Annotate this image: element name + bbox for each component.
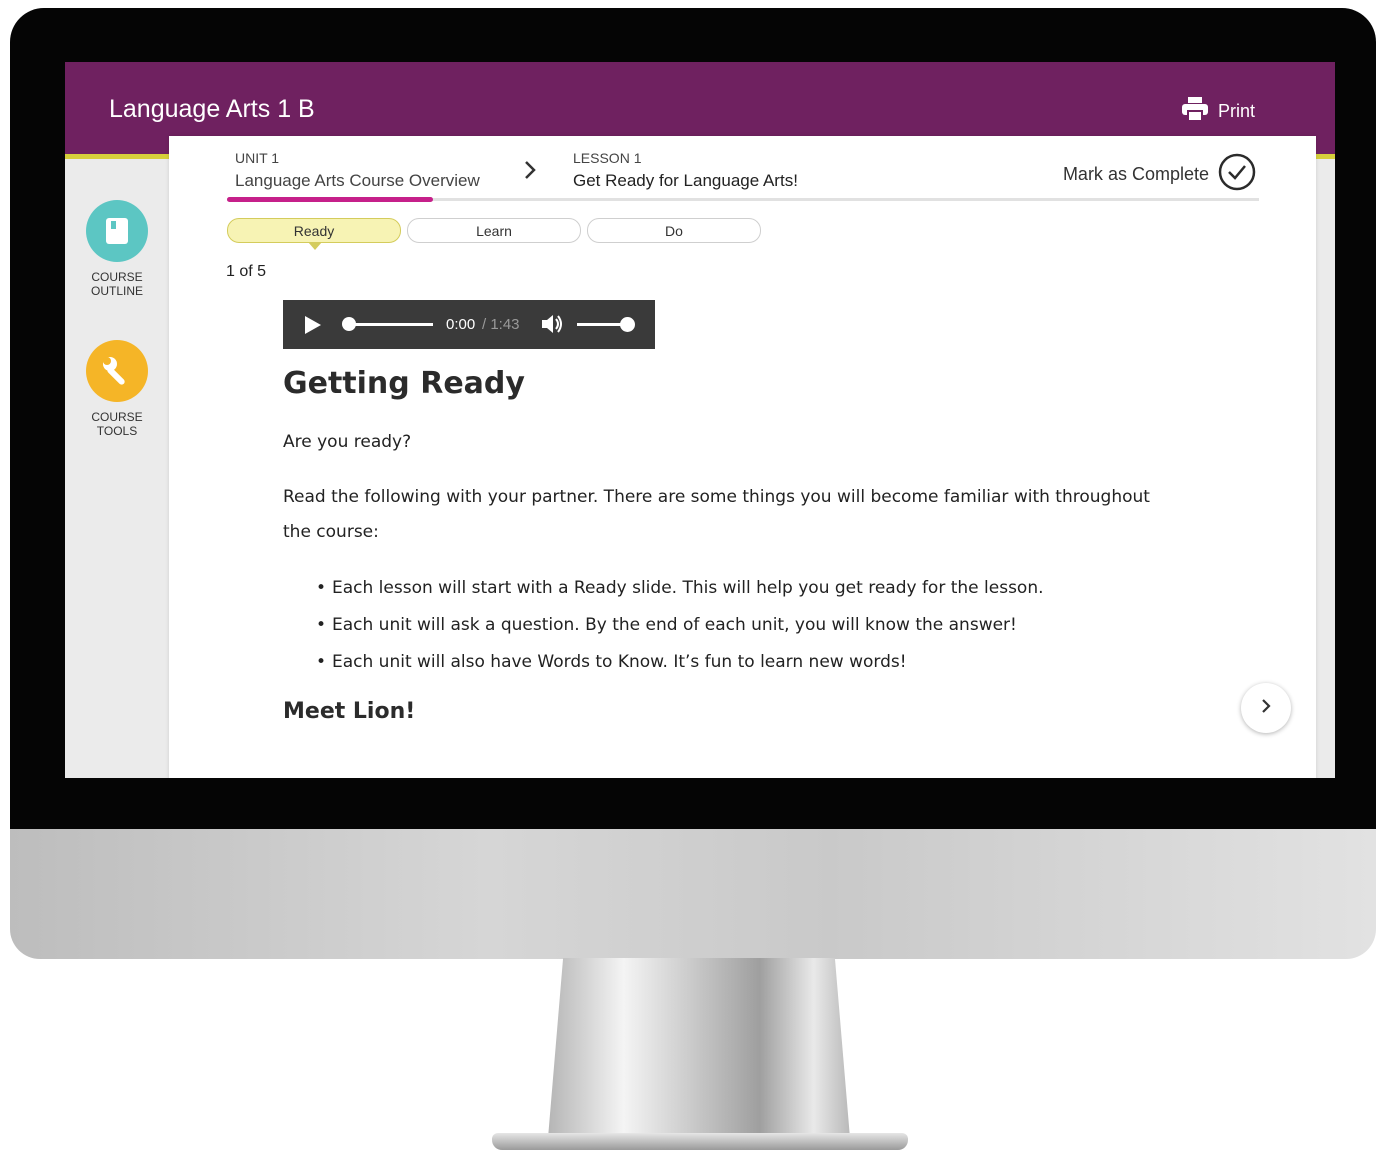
next-slide-button[interactable] (1241, 683, 1291, 733)
mark-complete-button[interactable]: Mark as Complete (1063, 153, 1256, 196)
side-navigation: COURSE OUTLINE COURSE TOOLS (65, 159, 169, 778)
unit-label: UNIT 1 (235, 150, 280, 166)
monitor-stand-base (492, 1133, 908, 1150)
volume-bar[interactable] (577, 323, 625, 326)
tab-do[interactable]: Do (587, 218, 761, 243)
lesson-label: LESSON 1 (573, 150, 642, 166)
tab-ready[interactable]: Ready (227, 218, 401, 250)
chevron-right-icon (523, 160, 537, 185)
course-title: Language Arts 1 B (109, 95, 315, 123)
lesson-progress-bar (227, 197, 434, 202)
volume-handle[interactable] (620, 317, 635, 332)
print-button[interactable]: Print (1181, 97, 1255, 126)
content-heading: Getting Ready (283, 366, 525, 401)
play-icon[interactable] (305, 316, 321, 334)
monitor-stand (548, 958, 850, 1138)
printer-icon (1181, 97, 1208, 126)
content-question: Are you ready? (283, 432, 412, 452)
breadcrumb-lesson[interactable]: LESSON 1 Get Ready for Language Arts! (573, 150, 798, 191)
content-subheading: Meet Lion! (283, 699, 416, 724)
lesson-tabs: Ready Learn Do (227, 218, 761, 250)
tools-label-1: COURSE (91, 410, 143, 424)
seek-bar[interactable] (345, 323, 433, 326)
mark-complete-label: Mark as Complete (1062, 164, 1209, 184)
wrench-icon (86, 340, 148, 402)
outline-label-1: COURSE (91, 270, 143, 284)
list-item: Each lesson will start with a Ready slid… (316, 570, 1153, 607)
lesson-card: UNIT 1 Language Arts Course Overview LES… (169, 136, 1316, 778)
breadcrumb-unit[interactable]: UNIT 1 Language Arts Course Overview (235, 150, 480, 191)
course-outline-button[interactable]: COURSE OUTLINE (65, 200, 169, 298)
book-icon (86, 200, 148, 262)
tools-label-2: TOOLS (96, 424, 138, 438)
course-tools-button[interactable]: COURSE TOOLS (65, 340, 169, 438)
monitor-chin (10, 829, 1376, 959)
volume-icon[interactable] (541, 313, 565, 340)
chevron-right-icon (1260, 698, 1272, 719)
current-time: 0:00 (446, 316, 476, 333)
slide-counter: 1 of 5 (226, 263, 267, 280)
unit-title: Language Arts Course Overview (235, 171, 480, 190)
duration: / 1:43 (482, 316, 520, 333)
audio-player: 0:00 / 1:43 (283, 300, 655, 349)
list-item: Each unit will ask a question. By the en… (316, 607, 1153, 644)
screen: Language Arts 1 B Print COURSE OUTLINE C… (65, 62, 1335, 778)
seek-handle[interactable] (342, 317, 356, 331)
content-intro: Read the following with your partner. Th… (283, 487, 1150, 542)
check-circle-icon (1218, 153, 1256, 196)
lesson-title: Get Ready for Language Arts! (573, 171, 798, 190)
print-label: Print (1217, 101, 1255, 121)
outline-label-2: OUTLINE (90, 284, 143, 298)
lesson-content: Getting Ready Are you ready? Read the fo… (283, 366, 1153, 724)
content-bullets: Each lesson will start with a Ready slid… (283, 570, 1153, 681)
tab-learn[interactable]: Learn (407, 218, 581, 243)
list-item: Each unit will also have Words to Know. … (316, 644, 1153, 681)
